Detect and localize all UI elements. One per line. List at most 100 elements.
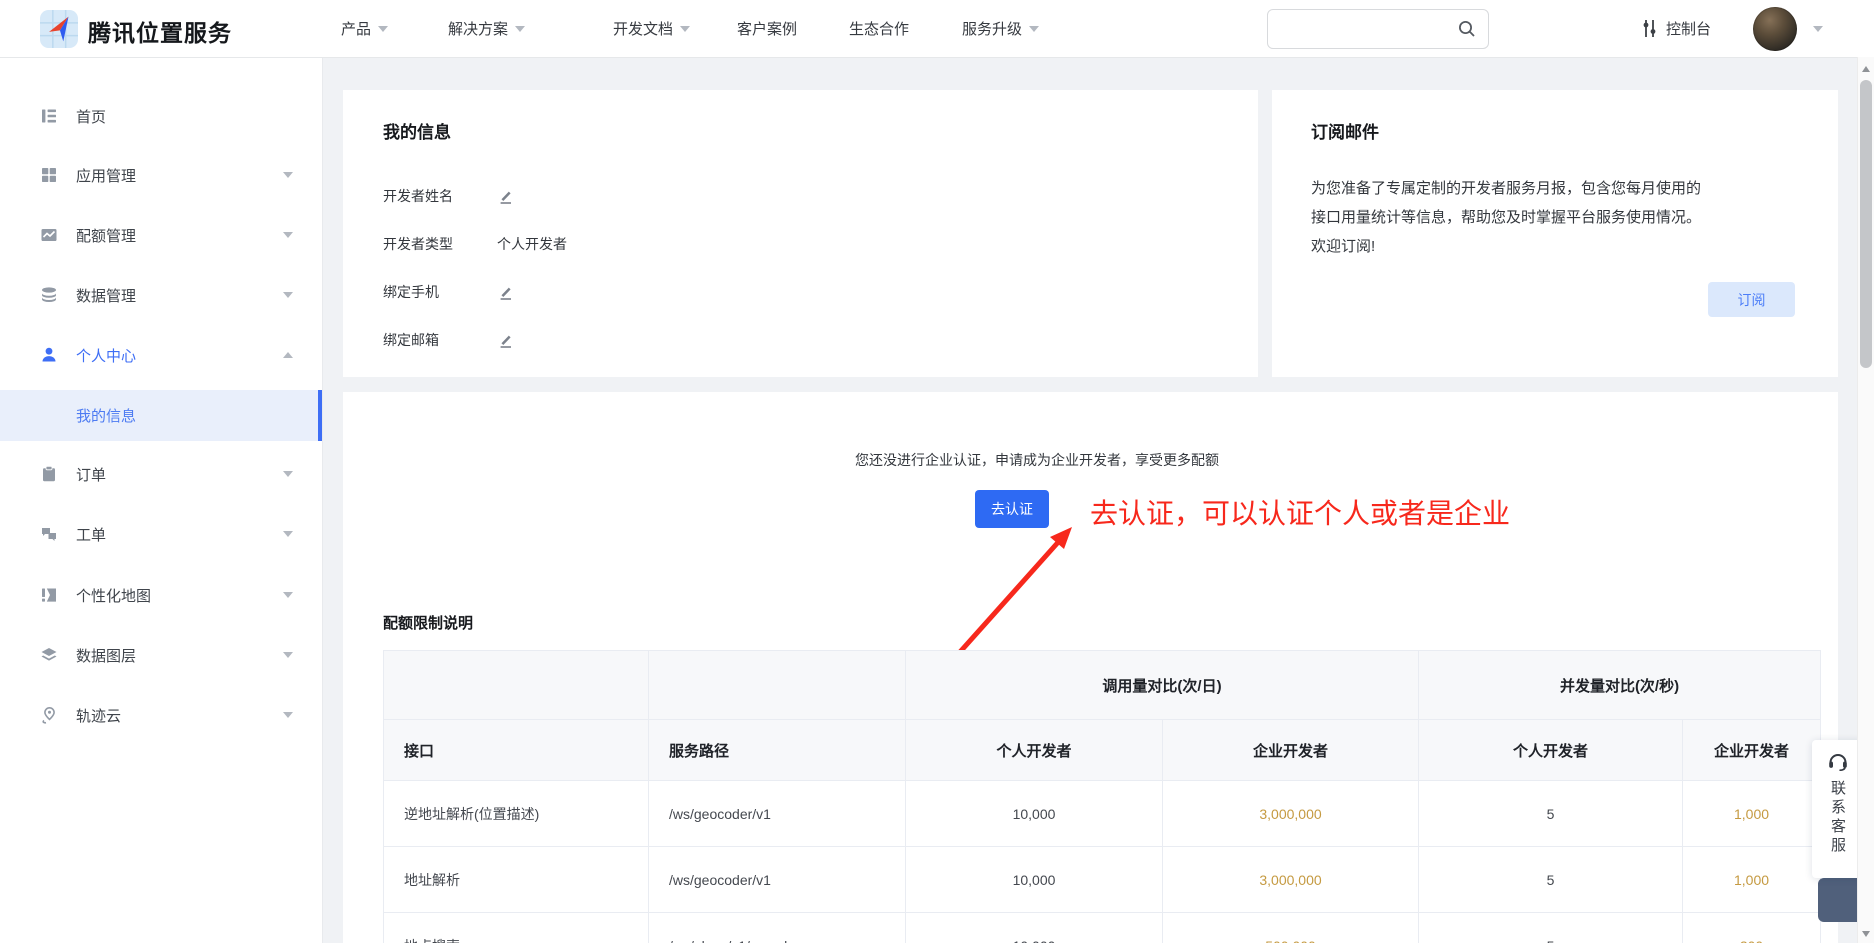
nav-products[interactable]: 产品 — [341, 0, 388, 57]
sidebar-item-app-management[interactable]: 应用管理 — [0, 150, 322, 200]
col-header-interface: 接口 — [384, 720, 649, 781]
nav-cases-label: 客户案例 — [737, 18, 797, 39]
sidebar-item-track-cloud[interactable]: 轨迹云 — [0, 690, 322, 740]
nav-upgrade-label: 服务升级 — [962, 18, 1022, 39]
profile-card-title: 我的信息 — [383, 118, 451, 143]
sidebar-item-home[interactable]: 首页 — [0, 91, 322, 141]
sidebar-item-data-layers[interactable]: 数据图层 — [0, 630, 322, 680]
sidebar-item-data-management-label: 数据管理 — [76, 285, 136, 306]
sidebar-item-track-cloud-label: 轨迹云 — [76, 705, 121, 726]
table-row: 地点搜索 /ws/place/v1/search 10,000 500,000 … — [384, 913, 1821, 943]
nav-solutions-label: 解决方案 — [448, 18, 508, 39]
nav-cases[interactable]: 客户案例 — [737, 0, 797, 57]
col-header-enterprise-1: 企业开发者 — [1163, 720, 1419, 781]
subscribe-description: 为您准备了专属定制的开发者服务月报，包含您每月使用的 接口用量统计等信息，帮助您… — [1311, 174, 1811, 261]
brand-title[interactable]: 腾讯位置服务 — [88, 14, 232, 48]
profile-card: 我的信息 开发者姓名 开发者类型 个人开发者 绑定手机 — [343, 90, 1258, 377]
group-header-calls: 调用量对比(次/日) — [906, 651, 1419, 720]
nav-docs[interactable]: 开发文档 — [613, 0, 690, 57]
cell-personal-calls: 10,000 — [906, 781, 1163, 847]
sidebar-item-custom-map[interactable]: 个性化地图 — [0, 570, 322, 620]
sidebar-item-orders[interactable]: 订单 — [0, 449, 322, 499]
sidebar-item-app-management-label: 应用管理 — [76, 165, 136, 186]
top-navbar: 腾讯位置服务 产品 解决方案 开发文档 客户案例 生态合作 服务升级 — [0, 0, 1874, 58]
page: 腾讯位置服务 产品 解决方案 开发文档 客户案例 生态合作 服务升级 — [0, 0, 1874, 943]
chevron-down-icon — [283, 592, 293, 598]
quota-card: 您还没进行企业认证，申请成为企业开发者，享受更多配额 去认证 去认证，可以认证个… — [343, 392, 1838, 943]
profile-row-phone-label: 绑定手机 — [383, 282, 497, 302]
ticket-chat-icon — [40, 525, 58, 543]
col-header-personal-1: 个人开发者 — [906, 720, 1163, 781]
table-row: 地址解析 /ws/geocoder/v1 10,000 3,000,000 5 … — [384, 847, 1821, 913]
chevron-down-icon — [515, 26, 525, 32]
edit-pencil-icon[interactable] — [497, 332, 514, 349]
go-certify-button[interactable]: 去认证 — [975, 490, 1049, 528]
vertical-scrollbar[interactable] — [1857, 57, 1874, 943]
user-avatar[interactable] — [1753, 7, 1797, 51]
search-input[interactable] — [1268, 21, 1458, 37]
contact-support-tab[interactable]: 联系客服 — [1812, 740, 1863, 878]
custom-map-icon — [40, 586, 58, 604]
main-content: 我的信息 开发者姓名 开发者类型 个人开发者 绑定手机 — [322, 57, 1857, 943]
nav-upgrade[interactable]: 服务升级 — [962, 0, 1039, 57]
subscribe-button[interactable]: 订阅 — [1708, 282, 1795, 317]
col-header-path: 服务路径 — [649, 720, 906, 781]
home-list-icon — [40, 107, 58, 125]
chevron-up-icon — [283, 352, 293, 358]
cell-enterprise-calls: 500,000 — [1163, 913, 1419, 943]
cell-path: /ws/place/v1/search — [649, 913, 906, 943]
scroll-up-arrow-icon[interactable] — [1862, 66, 1870, 72]
user-icon — [40, 346, 58, 364]
cell-path: /ws/geocoder/v1 — [649, 781, 906, 847]
cell-enterprise-concurrency: 200 — [1683, 913, 1821, 943]
empty-header-cell — [384, 651, 649, 720]
subscribe-card-title: 订阅邮件 — [1311, 118, 1379, 143]
certification-message: 您还没进行企业认证，申请成为企业开发者，享受更多配额 — [855, 450, 1219, 470]
track-pin-icon — [40, 706, 58, 724]
sidebar-item-quota-management[interactable]: 配额管理 — [0, 210, 322, 260]
sidebar-subitem-my-info-label: 我的信息 — [76, 405, 136, 426]
profile-row-type-label: 开发者类型 — [383, 234, 497, 254]
cell-enterprise-calls: 3,000,000 — [1163, 847, 1419, 913]
console-link[interactable]: 控制台 — [1641, 0, 1711, 57]
scroll-down-arrow-icon[interactable] — [1862, 931, 1870, 937]
nav-ecosystem[interactable]: 生态合作 — [849, 0, 909, 57]
sidebar-item-quota-management-label: 配额管理 — [76, 225, 136, 246]
cell-enterprise-calls: 3,000,000 — [1163, 781, 1419, 847]
sidebar-item-custom-map-label: 个性化地图 — [76, 585, 151, 606]
edit-pencil-icon[interactable] — [497, 284, 514, 301]
quota-column-header-row: 接口 服务路径 个人开发者 企业开发者 个人开发者 企业开发者 — [384, 720, 1821, 781]
sidebar-item-data-management[interactable]: 数据管理 — [0, 270, 322, 320]
search-box[interactable] — [1267, 9, 1489, 49]
chevron-down-icon — [283, 471, 293, 477]
contact-support-label: 联系客服 — [1827, 780, 1848, 856]
order-clipboard-icon — [40, 465, 58, 483]
cell-interface: 地址解析 — [384, 847, 649, 913]
scrollbar-thumb[interactable] — [1860, 80, 1872, 368]
sidebar-item-tickets[interactable]: 工单 — [0, 509, 322, 559]
chevron-down-icon — [283, 652, 293, 658]
edit-pencil-icon[interactable] — [497, 188, 514, 205]
col-header-enterprise-2: 企业开发者 — [1683, 720, 1821, 781]
nav-solutions[interactable]: 解决方案 — [448, 0, 525, 57]
sliders-icon — [1641, 19, 1658, 38]
cell-interface: 地点搜索 — [384, 913, 649, 943]
profile-row-email: 绑定邮箱 — [383, 330, 514, 350]
cell-personal-calls: 10,000 — [906, 913, 1163, 943]
sidebar-subitem-my-info[interactable]: 我的信息 — [0, 390, 322, 441]
subscribe-line-1: 为您准备了专属定制的开发者服务月报，包含您每月使用的 — [1311, 174, 1811, 203]
group-header-concurrency: 并发量对比(次/秒) — [1419, 651, 1821, 720]
apps-grid-icon — [40, 166, 58, 184]
red-annotation-text: 去认证，可以认证个人或者是企业 — [1090, 492, 1510, 532]
search-icon[interactable] — [1458, 20, 1476, 38]
avatar-chevron-down-icon[interactable] — [1813, 26, 1823, 32]
chevron-down-icon — [283, 531, 293, 537]
cell-personal-concurrency: 5 — [1419, 847, 1683, 913]
quota-group-header-row: 调用量对比(次/日) 并发量对比(次/秒) — [384, 651, 1821, 720]
sidebar-item-personal-center[interactable]: 个人中心 — [0, 330, 322, 380]
brand-compass-icon[interactable] — [40, 10, 78, 48]
sidebar-item-tickets-label: 工单 — [76, 524, 106, 545]
console-label: 控制台 — [1666, 18, 1711, 39]
col-header-personal-2: 个人开发者 — [1419, 720, 1683, 781]
cell-personal-calls: 10,000 — [906, 847, 1163, 913]
